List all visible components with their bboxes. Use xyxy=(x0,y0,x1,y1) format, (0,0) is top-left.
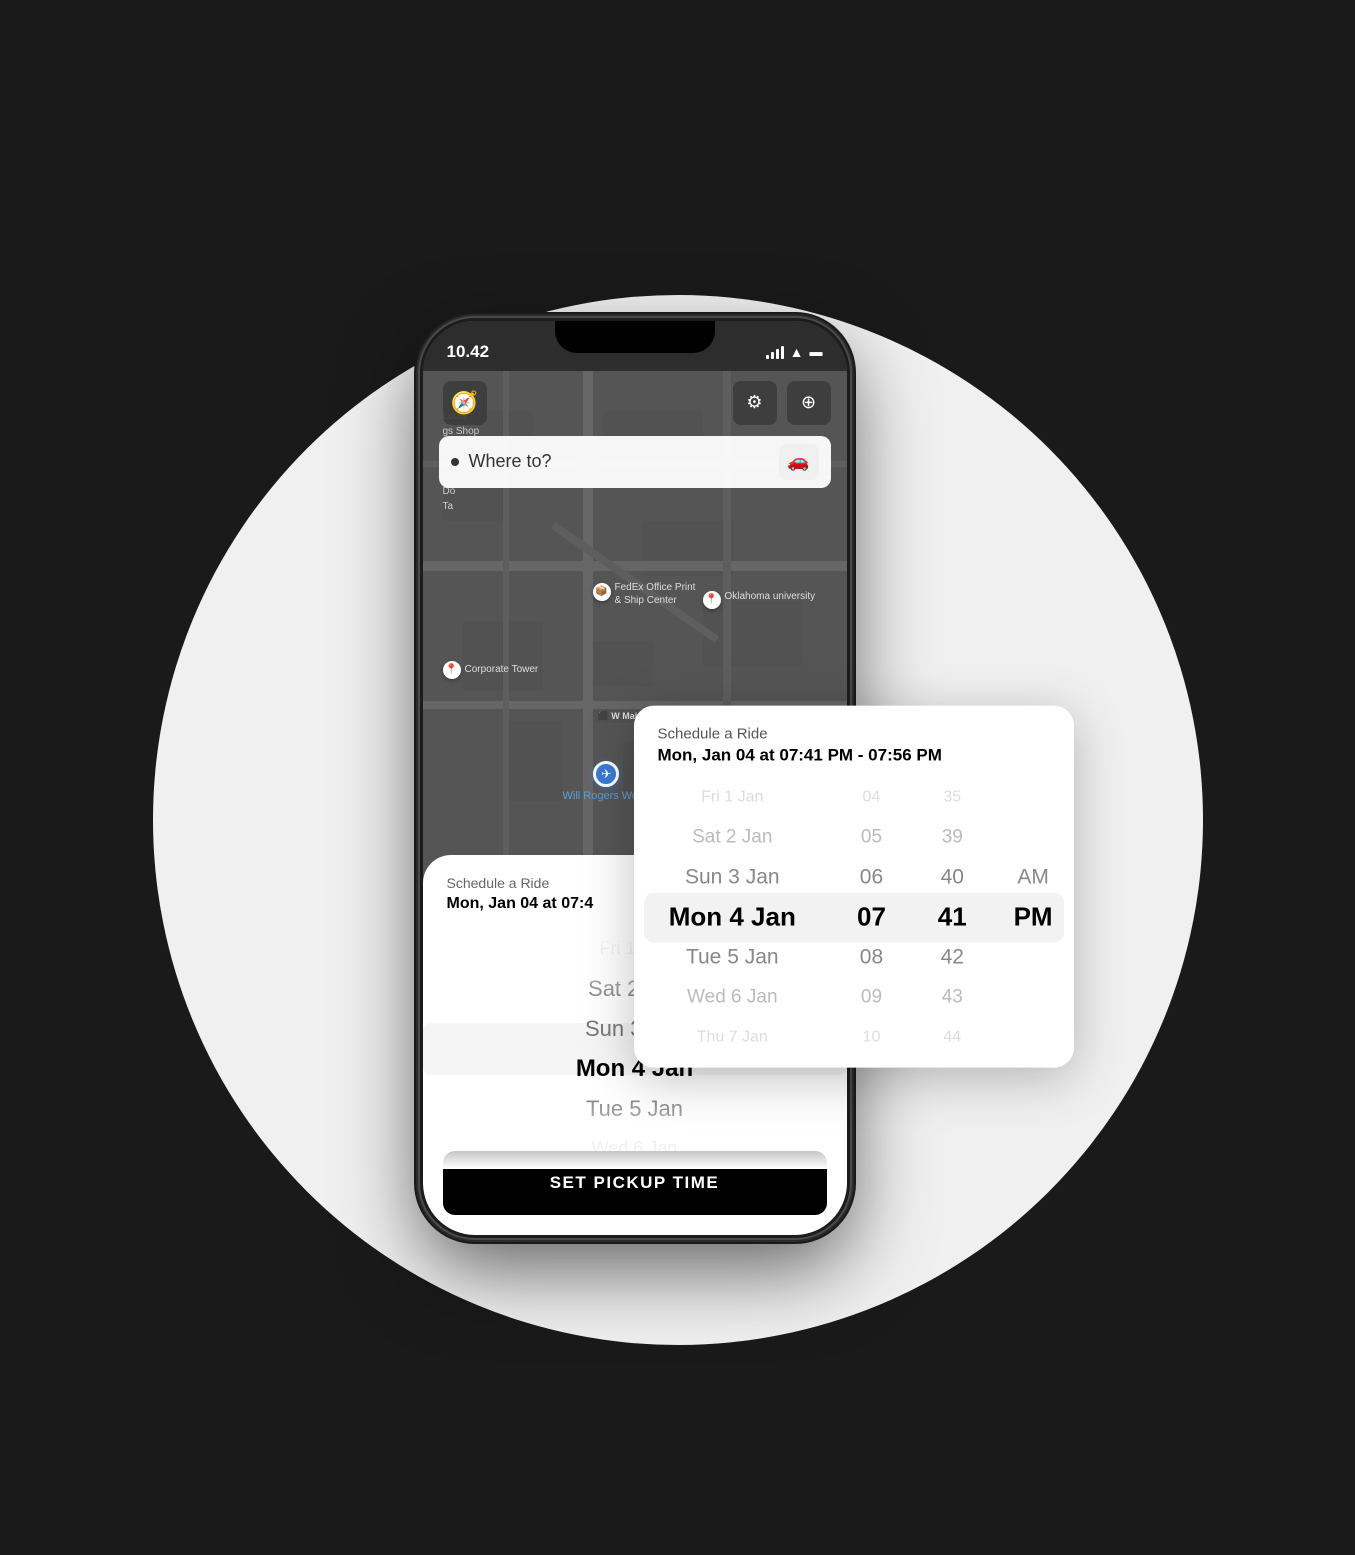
popup-ampm-empty4 xyxy=(993,977,1074,1017)
popup-minute-column[interactable]: 35 39 40 41 42 43 44 xyxy=(912,777,993,1057)
corporate-text: Corporate Tower xyxy=(465,664,539,675)
popup-hour-09: 09 xyxy=(831,977,912,1017)
search-origin-dot xyxy=(451,458,459,466)
compass-button[interactable]: 🧭 xyxy=(443,381,487,425)
airport-icon: ✈ xyxy=(593,761,619,787)
popup-date-sun: Sun 3 Jan xyxy=(634,857,832,897)
popup-min-43: 43 xyxy=(912,977,993,1017)
popup-header: Schedule a Ride Mon, Jan 04 at 07:41 PM … xyxy=(634,725,1074,777)
scene: 10.42 ▲ ▬ xyxy=(0,0,1355,1555)
compass-icon: 🧭 xyxy=(451,390,478,416)
corporate-label: 📍 Corporate Tower xyxy=(443,661,539,679)
popup-hour-10: 10 xyxy=(831,1017,912,1057)
popup-date-mon: Mon 4 Jan xyxy=(634,897,832,937)
search-placeholder: Where to? xyxy=(469,451,769,472)
popup-date-thu: Thu 7 Jan xyxy=(634,1017,832,1057)
location-icon: ⊕ xyxy=(801,392,816,413)
popup-min-35: 35 xyxy=(912,777,993,817)
popup-ampm-pm: PM xyxy=(993,897,1074,937)
set-pickup-time-button[interactable]: SET PICKUP TIME xyxy=(443,1151,827,1215)
filter-button[interactable]: ⚙ xyxy=(733,381,777,425)
popup-min-40: 40 xyxy=(912,857,993,897)
fedex-text: FedEx Office Print& Ship Center xyxy=(615,581,696,607)
battery-icon: ▬ xyxy=(810,344,823,359)
oklahoma-text: Oklahoma university xyxy=(725,591,816,602)
map-block xyxy=(583,641,653,686)
popup-hour-04: 04 xyxy=(831,777,912,817)
popup-title: Schedule a Ride xyxy=(658,725,1050,742)
map-label-ta: Ta xyxy=(443,501,454,512)
popup-date-fri: Fri 1 Jan xyxy=(634,777,832,817)
set-pickup-time-label: SET PICKUP TIME xyxy=(550,1173,720,1193)
oklahoma-label: 📍 Oklahoma university xyxy=(703,591,816,609)
popup-hour-08: 08 xyxy=(831,937,912,977)
popup-ampm-am: AM xyxy=(993,857,1074,897)
wifi-icon: ▲ xyxy=(790,344,804,360)
picker-date-tue: Tue 5 Jan xyxy=(423,1089,847,1129)
signal-icon xyxy=(766,345,784,359)
popup-min-44: 44 xyxy=(912,1017,993,1057)
fedex-label: 📦 FedEx Office Print& Ship Center xyxy=(593,581,696,607)
fedex-pin-icon: 📦 xyxy=(593,583,611,601)
popup-hour-06: 06 xyxy=(831,857,912,897)
car-clock-icon: 🚗 xyxy=(787,451,809,472)
popup-picker-columns: Fri 1 Jan Sat 2 Jan Sun 3 Jan Mon 4 Jan … xyxy=(634,777,1074,1057)
popup-date-column[interactable]: Fri 1 Jan Sat 2 Jan Sun 3 Jan Mon 4 Jan … xyxy=(634,777,832,1057)
popup-ampm-empty1 xyxy=(993,777,1074,817)
popup-date-tue: Tue 5 Jan xyxy=(634,937,832,977)
search-bar[interactable]: Where to? 🚗 xyxy=(439,436,831,488)
popup-picker-area[interactable]: Fri 1 Jan Sat 2 Jan Sun 3 Jan Mon 4 Jan … xyxy=(634,777,1074,1057)
schedule-ride-button[interactable]: 🚗 xyxy=(779,444,819,480)
popup-date-sat: Sat 2 Jan xyxy=(634,817,832,857)
oklahoma-pin-icon: 📍 xyxy=(703,591,721,609)
popup-ampm-empty5 xyxy=(993,1017,1074,1057)
notch xyxy=(555,321,715,353)
popup-min-39: 39 xyxy=(912,817,993,857)
schedule-popup-card: Schedule a Ride Mon, Jan 04 at 07:41 PM … xyxy=(634,705,1074,1067)
status-time: 10.42 xyxy=(447,342,490,362)
popup-min-42: 42 xyxy=(912,937,993,977)
location-button[interactable]: ⊕ xyxy=(787,381,831,425)
status-icons: ▲ ▬ xyxy=(766,344,823,360)
popup-ampm-column[interactable]: AM PM xyxy=(993,777,1074,1057)
corporate-pin-icon: 📍 xyxy=(443,661,461,679)
popup-hour-07: 07 xyxy=(831,897,912,937)
popup-ampm-empty3 xyxy=(993,937,1074,977)
map-block xyxy=(703,601,803,666)
popup-subtitle: Mon, Jan 04 at 07:41 PM - 07:56 PM xyxy=(658,745,1050,765)
map-block xyxy=(503,721,563,801)
road-h1 xyxy=(423,561,847,571)
popup-ampm-empty2 xyxy=(993,817,1074,857)
filter-icon: ⚙ xyxy=(746,392,762,413)
popup-hour-column[interactable]: 04 05 06 07 08 09 10 xyxy=(831,777,912,1057)
popup-date-wed: Wed 6 Jan xyxy=(634,977,832,1017)
popup-hour-05: 05 xyxy=(831,817,912,857)
popup-min-41: 41 xyxy=(912,897,993,937)
